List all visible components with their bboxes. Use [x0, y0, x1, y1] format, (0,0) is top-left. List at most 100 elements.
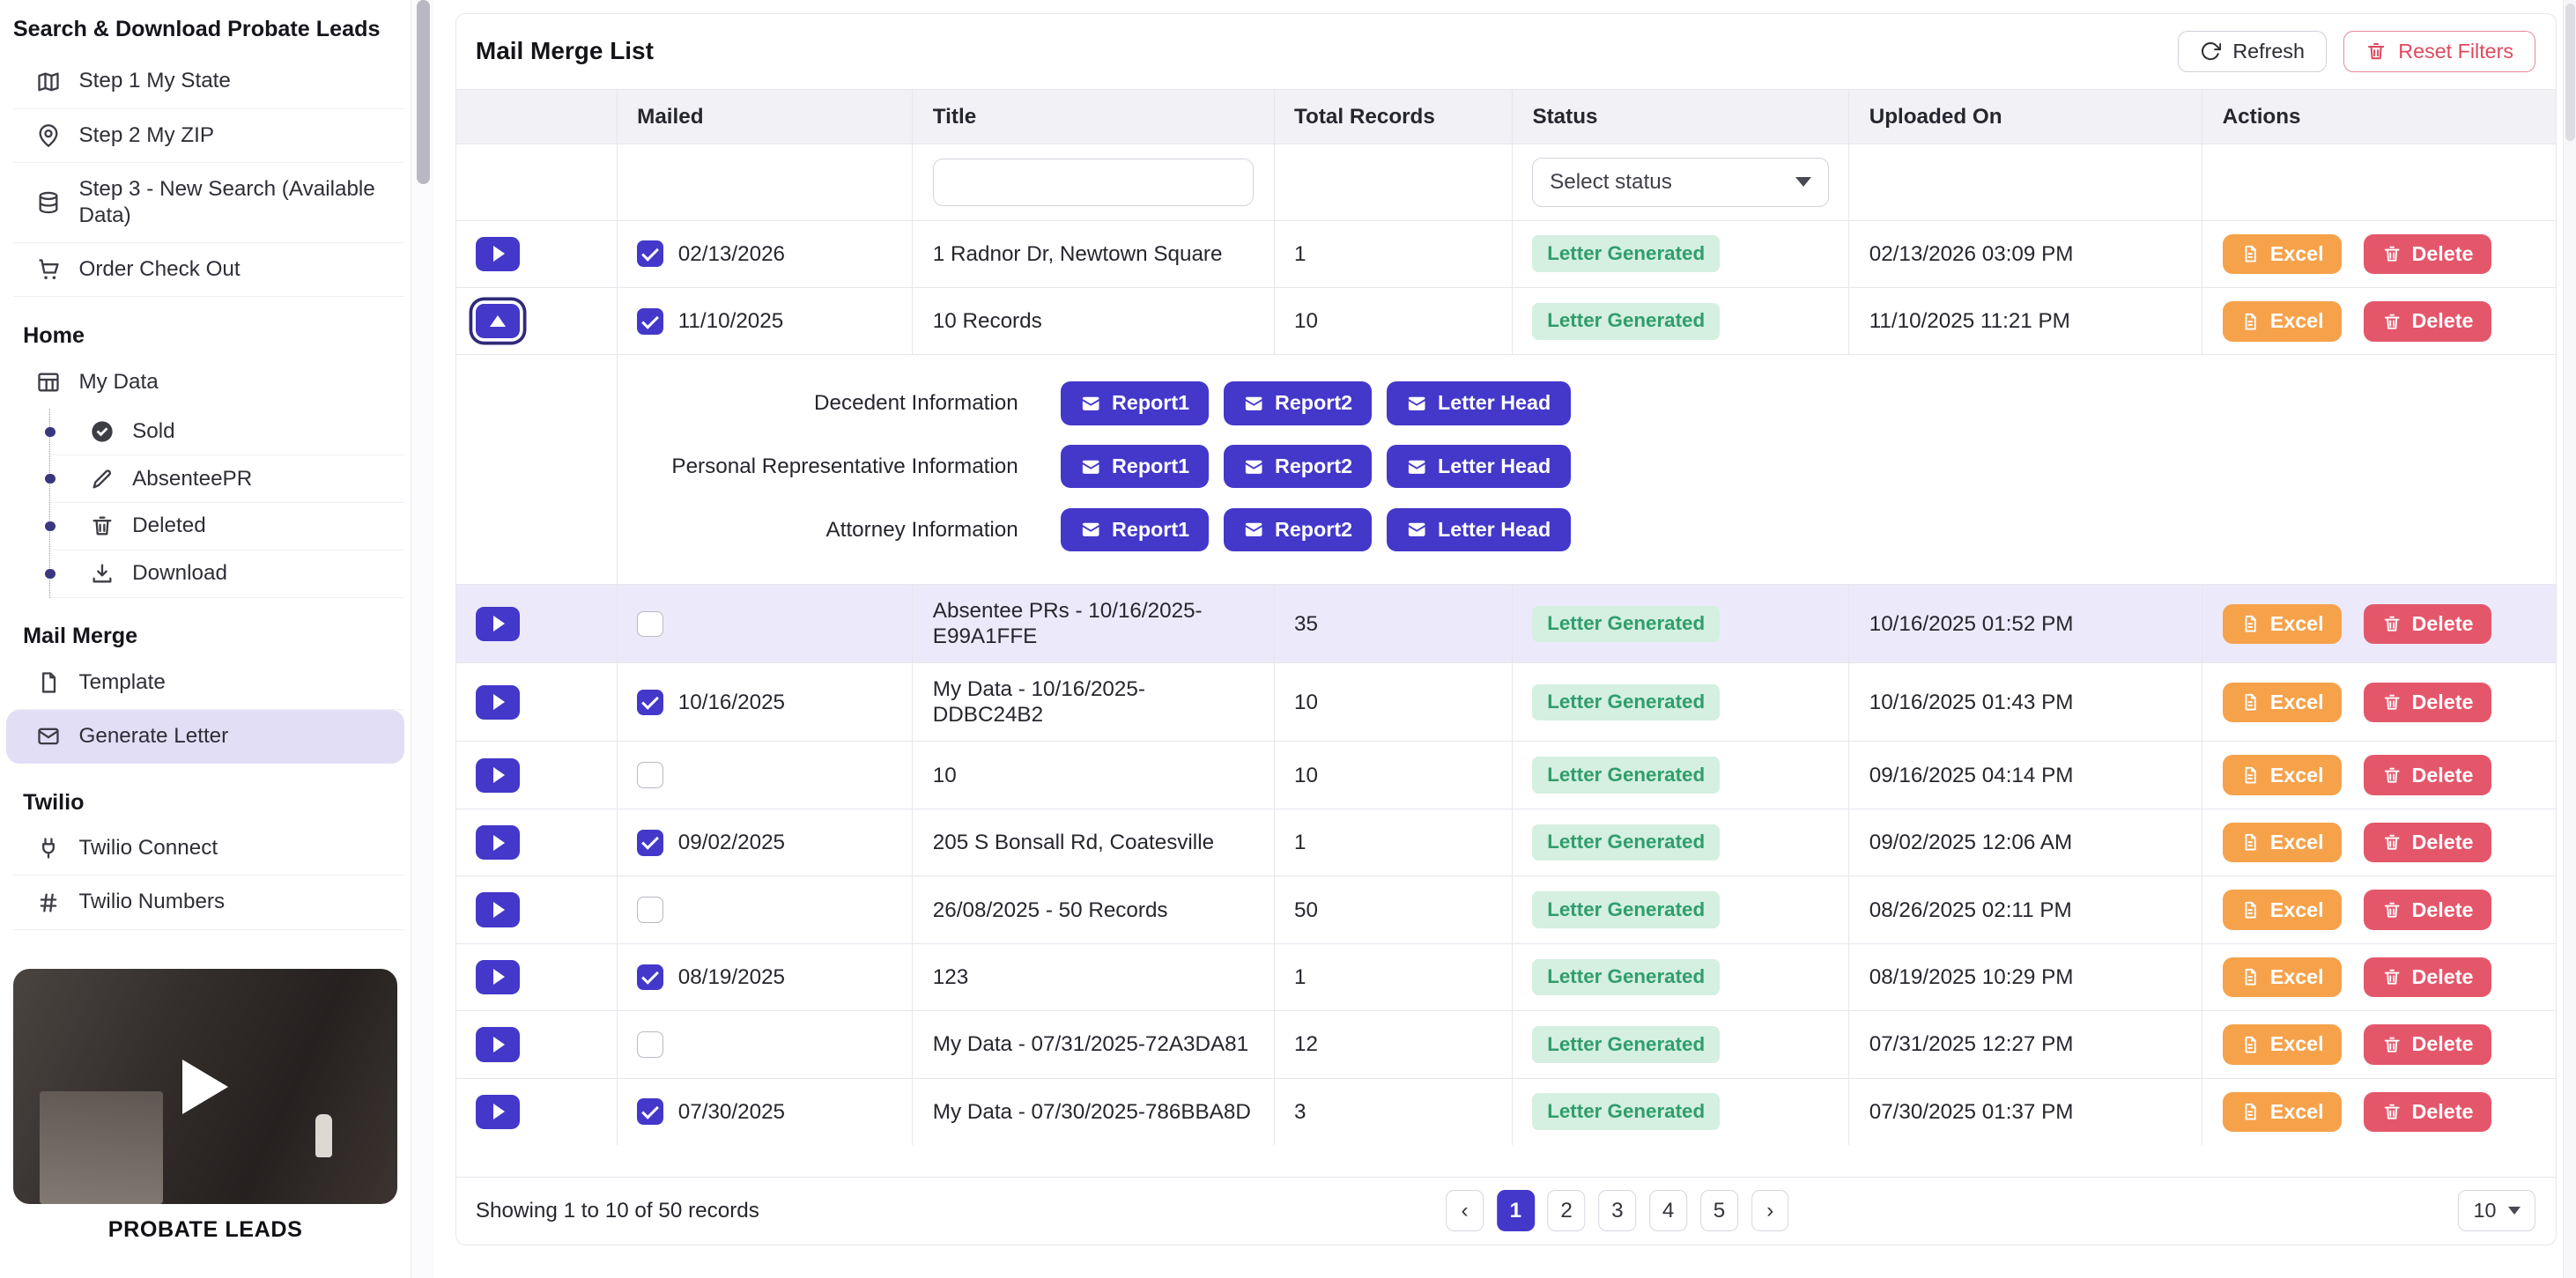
letterhead-button[interactable]: Letter Head [1387, 508, 1570, 551]
promo-video-card: PROBATE LEADS [13, 969, 397, 1243]
delete-button[interactable]: Delete [2364, 957, 2491, 998]
sidebar-item-label: Deleted [132, 513, 206, 539]
sidebar-item-deleted[interactable]: Deleted [50, 503, 404, 550]
sidebar-item-twilio-connect[interactable]: Twilio Connect [13, 822, 404, 875]
expand-row-button[interactable] [476, 1095, 520, 1129]
page-button-4[interactable]: 4 [1649, 1190, 1687, 1231]
page-button-2[interactable]: 2 [1548, 1190, 1586, 1231]
total-records: 10 [1274, 663, 1512, 742]
report2-button[interactable]: Report2 [1224, 381, 1372, 425]
excel-button[interactable]: Excel [2223, 957, 2342, 998]
expand-row-button[interactable] [476, 892, 520, 927]
total-records: 35 [1274, 585, 1512, 663]
excel-button[interactable]: Excel [2223, 823, 2342, 863]
mailed-checkbox[interactable] [637, 1031, 663, 1058]
mailed-checkbox[interactable] [637, 690, 663, 716]
sidebar-item-generate-letter[interactable]: Generate Letter [6, 710, 403, 764]
next-page-button[interactable]: › [1751, 1190, 1789, 1231]
expand-row-button[interactable] [476, 758, 520, 793]
row-title: 10 [913, 742, 1274, 809]
page-button-3[interactable]: 3 [1598, 1190, 1636, 1231]
report2-button[interactable]: Report2 [1224, 445, 1372, 488]
mailed-checkbox[interactable] [637, 611, 663, 638]
excel-file-icon [2240, 900, 2260, 920]
title-filter-input[interactable] [933, 159, 1255, 206]
delete-button[interactable]: Delete [2364, 890, 2491, 930]
report1-button[interactable]: Report1 [1061, 445, 1209, 488]
excel-button[interactable]: Excel [2223, 234, 2342, 275]
row-title: Absentee PRs - 10/16/2025-E99A1FFE [913, 585, 1274, 663]
letterhead-button[interactable]: Letter Head [1387, 445, 1570, 488]
letterhead-button[interactable]: Letter Head [1387, 381, 1570, 425]
delete-button[interactable]: Delete [2364, 234, 2491, 275]
excel-button[interactable]: Excel [2223, 755, 2342, 795]
mailed-checkbox[interactable] [637, 762, 663, 788]
delete-button[interactable]: Delete [2364, 1024, 2491, 1065]
sidebar-item-step2-my-zip[interactable]: Step 2 My ZIP [13, 109, 404, 163]
page-button-5[interactable]: 5 [1700, 1190, 1738, 1231]
excel-button[interactable]: Excel [2223, 890, 2342, 930]
video-thumbnail[interactable] [13, 969, 397, 1204]
prev-page-button[interactable]: ‹ [1446, 1190, 1484, 1231]
excel-button[interactable]: Excel [2223, 683, 2342, 723]
column-uploaded-on: Uploaded On [1849, 90, 2202, 144]
excel-button[interactable]: Excel [2223, 1092, 2342, 1133]
sidebar-item-absenteepr[interactable]: AbsenteePR [50, 455, 404, 503]
mailed-checkbox[interactable] [637, 308, 663, 335]
mailed-checkbox[interactable] [637, 240, 663, 267]
mailed-checkbox[interactable] [637, 1098, 663, 1125]
status-badge: Letter Generated [1532, 235, 1720, 272]
mailed-checkbox[interactable] [637, 897, 663, 923]
expand-row-button[interactable] [476, 1027, 520, 1061]
sidebar-item-order-check-out[interactable]: Order Check Out [13, 243, 404, 297]
mailed-checkbox[interactable] [637, 964, 663, 991]
sidebar-item-download[interactable]: Download [50, 550, 404, 598]
delete-button[interactable]: Delete [2364, 755, 2491, 795]
app-root: Search & Download Probate Leads Step 1 M… [0, 0, 2576, 1278]
total-records: 10 [1274, 288, 1512, 355]
report1-button[interactable]: Report1 [1061, 508, 1209, 551]
delete-button[interactable]: Delete [2364, 1092, 2491, 1133]
table-footer: Showing 1 to 10 of 50 records ‹ 1 2 3 4 … [456, 1177, 2556, 1244]
sidebar-item-sold[interactable]: Sold [50, 409, 404, 456]
expanded-row-detail: Decedent Information Report1 Report2 Let… [456, 355, 2557, 585]
caret-up-icon [490, 315, 506, 327]
refresh-button[interactable]: Refresh [2178, 31, 2327, 73]
delete-button[interactable]: Delete [2364, 604, 2491, 645]
expand-row-button[interactable] [476, 607, 520, 641]
delete-button[interactable]: Delete [2364, 301, 2491, 342]
expand-row-button[interactable] [476, 825, 520, 860]
table-wrapper: Mailed Title Total Records Status Upload… [456, 89, 2556, 1145]
excel-button[interactable]: Excel [2223, 301, 2342, 342]
sidebar-scrollbar[interactable] [411, 0, 433, 1278]
sidebar-item-label: Generate Letter [78, 723, 228, 750]
status-filter-select[interactable]: Select status [1532, 158, 1829, 207]
sidebar-item-my-data[interactable]: My Data [13, 356, 404, 409]
collapse-row-button[interactable] [476, 304, 520, 338]
excel-button[interactable]: Excel [2223, 1024, 2342, 1065]
report1-button[interactable]: Report1 [1061, 381, 1209, 425]
sidebar-item-template[interactable]: Template [13, 656, 404, 710]
expand-row-button[interactable] [476, 960, 520, 994]
mailed-checkbox[interactable] [637, 830, 663, 856]
expand-row-button[interactable] [476, 685, 520, 720]
expand-row-button[interactable] [476, 237, 520, 271]
sidebar-scrollbar-thumb[interactable] [417, 0, 430, 184]
window-scrollbar[interactable] [2563, 0, 2576, 1278]
uploaded-on: 07/31/2025 12:27 PM [1849, 1011, 2202, 1078]
delete-button[interactable]: Delete [2364, 823, 2491, 863]
window-scrollbar-thumb[interactable] [2565, 4, 2575, 142]
excel-button[interactable]: Excel [2223, 604, 2342, 645]
sidebar-item-twilio-numbers[interactable]: Twilio Numbers [13, 875, 404, 929]
page-button-1[interactable]: 1 [1497, 1190, 1535, 1231]
sidebar-item-label: Download [132, 560, 227, 587]
delete-button[interactable]: Delete [2364, 683, 2491, 723]
play-icon[interactable] [182, 1060, 228, 1114]
reset-filters-button[interactable]: Reset Filters [2343, 31, 2536, 73]
sidebar-item-step3-new-search[interactable]: Step 3 - New Search (Available Data) [13, 163, 404, 243]
page-size-select[interactable]: 10 [2458, 1190, 2536, 1231]
row-title: My Data - 10/16/2025-DDBC24B2 [913, 663, 1274, 742]
mailed-date: 08/19/2025 [678, 964, 785, 990]
sidebar-item-step1-my-state[interactable]: Step 1 My State [13, 55, 404, 109]
report2-button[interactable]: Report2 [1224, 508, 1372, 551]
